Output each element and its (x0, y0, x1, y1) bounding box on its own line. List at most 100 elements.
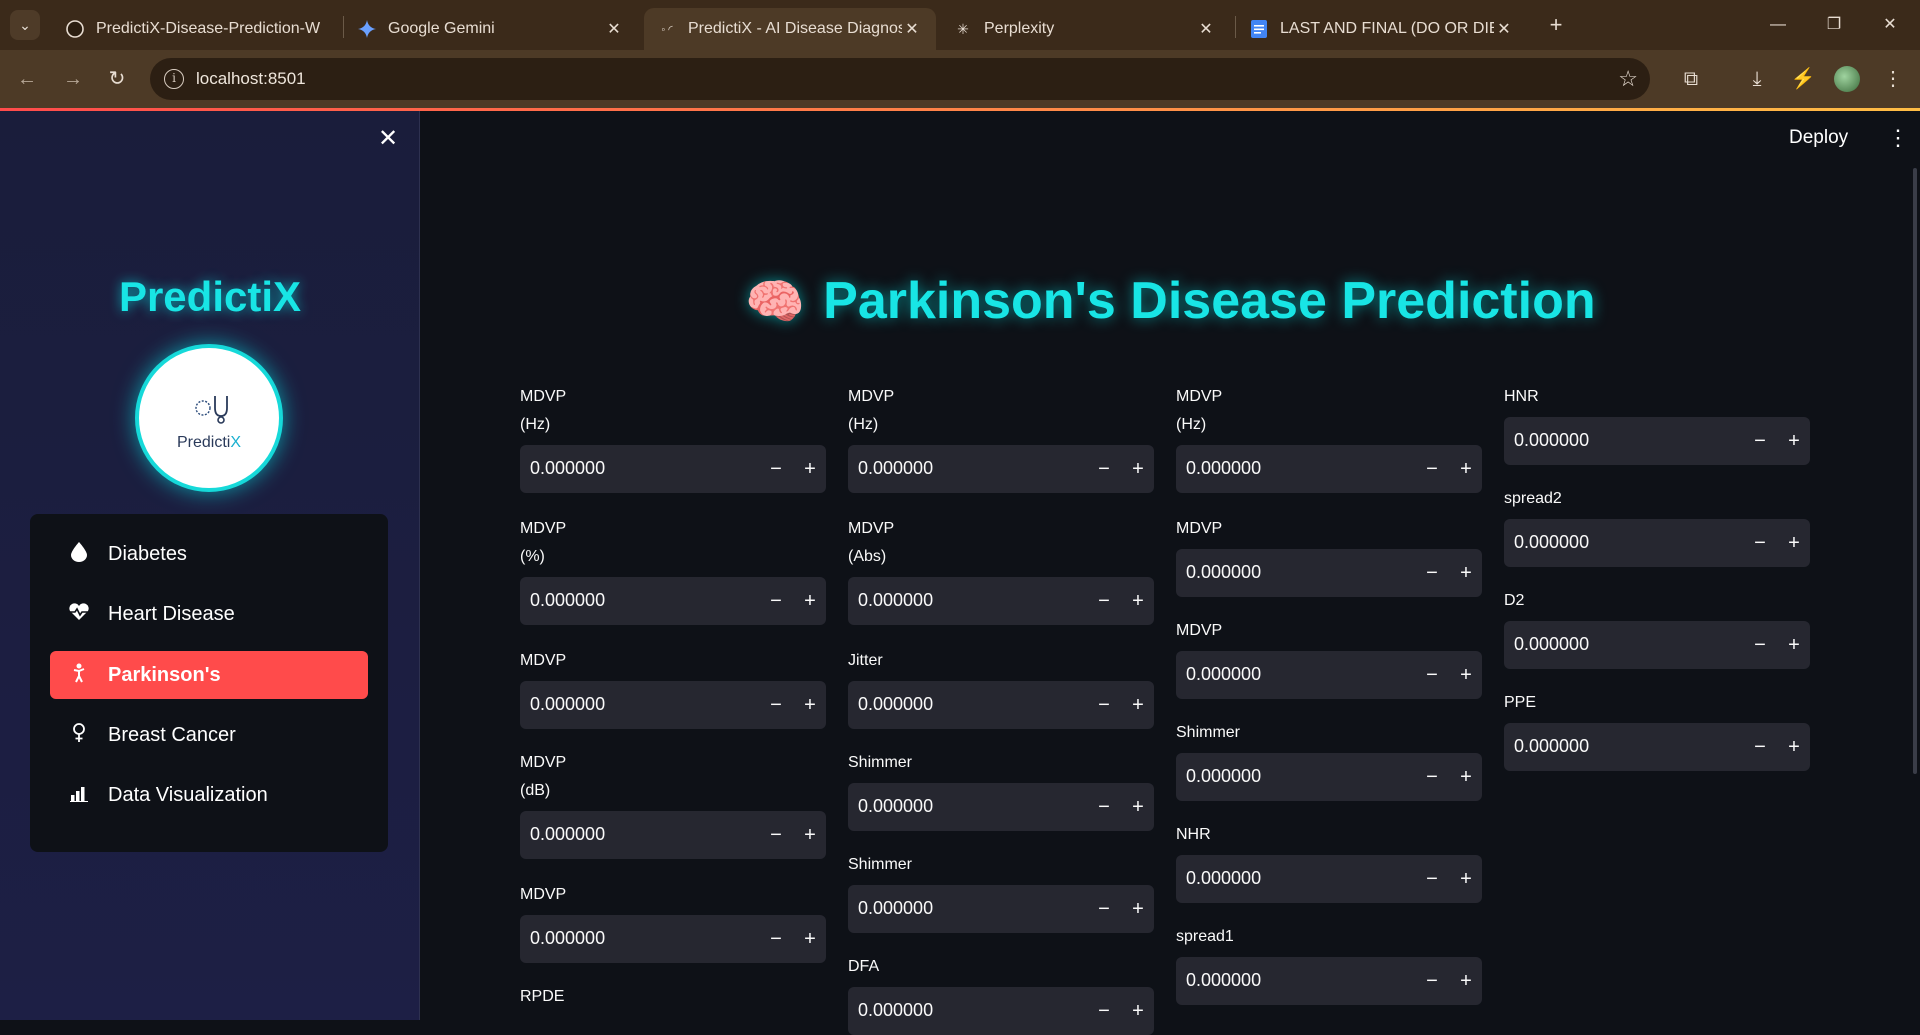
number-input[interactable]: 0.000000 − + (848, 987, 1154, 1035)
decrement-button[interactable]: − (1088, 453, 1120, 485)
decrement-button[interactable]: − (1416, 761, 1448, 793)
close-tab-icon[interactable]: ✕ (604, 19, 624, 39)
number-input-value[interactable]: 0.000000 (1186, 868, 1261, 889)
increment-button[interactable]: + (794, 585, 826, 617)
increment-button[interactable]: + (1778, 527, 1810, 559)
increment-button[interactable]: + (794, 689, 826, 721)
profile-avatar[interactable] (1834, 66, 1860, 92)
number-input-value[interactable]: 0.000000 (1186, 766, 1261, 787)
increment-button[interactable]: + (1122, 791, 1154, 823)
number-input[interactable]: 0.000000 − + (1176, 855, 1482, 903)
number-input-value[interactable]: 0.000000 (530, 928, 605, 949)
close-tab-icon[interactable]: ✕ (902, 19, 922, 39)
increment-button[interactable]: + (1450, 965, 1482, 997)
tab-search-button[interactable]: ⌄ (10, 10, 40, 40)
decrement-button[interactable]: − (760, 819, 792, 851)
download-icon[interactable]: ⤓ (1742, 64, 1772, 94)
increment-button[interactable]: + (1122, 453, 1154, 485)
decrement-button[interactable]: − (1088, 689, 1120, 721)
number-input[interactable]: 0.000000 − + (848, 783, 1154, 831)
number-input-value[interactable]: 0.000000 (858, 590, 933, 611)
number-input-value[interactable]: 0.000000 (530, 694, 605, 715)
close-window-button[interactable]: ✕ (1862, 8, 1918, 42)
browser-tab[interactable]: Google Gemini ✕ (344, 8, 638, 50)
number-input[interactable]: 0.000000 − + (1504, 621, 1810, 669)
restore-button[interactable]: ❐ (1806, 8, 1862, 42)
increment-button[interactable]: + (1450, 863, 1482, 895)
number-input-value[interactable]: 0.000000 (1186, 562, 1261, 583)
number-input-value[interactable]: 0.000000 (858, 694, 933, 715)
increment-button[interactable]: + (1122, 893, 1154, 925)
decrement-button[interactable]: − (1416, 659, 1448, 691)
number-input-value[interactable]: 0.000000 (530, 458, 605, 479)
number-input-value[interactable]: 0.000000 (1514, 532, 1589, 553)
decrement-button[interactable]: − (1744, 629, 1776, 661)
decrement-button[interactable]: − (1416, 965, 1448, 997)
increment-button[interactable]: + (1122, 995, 1154, 1027)
minimize-button[interactable]: — (1750, 8, 1806, 42)
browser-tab[interactable]: LAST AND FINAL (DO OR DIE) - ✕ (1236, 8, 1528, 50)
number-input-value[interactable]: 0.000000 (1514, 430, 1589, 451)
decrement-button[interactable]: − (760, 453, 792, 485)
number-input-value[interactable]: 0.000000 (1514, 634, 1589, 655)
number-input[interactable]: 0.000000 − + (1176, 651, 1482, 699)
sidebar-item-heart-disease[interactable]: Heart Disease (50, 590, 368, 638)
decrement-button[interactable]: − (1744, 731, 1776, 763)
number-input-value[interactable]: 0.000000 (858, 458, 933, 479)
scrollbar[interactable] (1913, 168, 1917, 774)
increment-button[interactable]: + (1122, 585, 1154, 617)
decrement-button[interactable]: − (760, 585, 792, 617)
decrement-button[interactable]: − (760, 689, 792, 721)
close-tab-icon[interactable]: ✕ (1494, 19, 1514, 39)
number-input-value[interactable]: 0.000000 (530, 824, 605, 845)
decrement-button[interactable]: − (1088, 585, 1120, 617)
increment-button[interactable]: + (1778, 425, 1810, 457)
number-input-value[interactable]: 0.000000 (858, 1000, 933, 1021)
decrement-button[interactable]: − (1088, 893, 1120, 925)
decrement-button[interactable]: − (1088, 791, 1120, 823)
number-input-value[interactable]: 0.000000 (858, 796, 933, 817)
reload-button[interactable]: ↻ (102, 64, 132, 94)
sidebar-item-breast-cancer[interactable]: Breast Cancer (50, 711, 368, 759)
number-input[interactable]: 0.000000 − + (520, 577, 826, 625)
increment-button[interactable]: + (1450, 557, 1482, 589)
number-input[interactable]: 0.000000 − + (848, 445, 1154, 493)
main-menu-icon[interactable]: ⋮ (1887, 125, 1909, 151)
increment-button[interactable]: + (1450, 761, 1482, 793)
extensions-icon[interactable]: ⧉ (1676, 64, 1706, 94)
number-input[interactable]: 0.000000 − + (1176, 957, 1482, 1005)
number-input[interactable]: 0.000000 − + (520, 811, 826, 859)
number-input-value[interactable]: 0.000000 (1514, 736, 1589, 757)
bookmark-star-icon[interactable]: ☆ (1618, 66, 1638, 92)
decrement-button[interactable]: − (1744, 425, 1776, 457)
address-bar[interactable]: i localhost:8501 ☆ (150, 58, 1650, 100)
decrement-button[interactable]: − (1416, 863, 1448, 895)
decrement-button[interactable]: − (760, 923, 792, 955)
performance-icon[interactable]: ⚡ (1788, 64, 1818, 94)
number-input[interactable]: 0.000000 − + (848, 681, 1154, 729)
decrement-button[interactable]: − (1744, 527, 1776, 559)
sidebar-item-parkinsons[interactable]: Parkinson's (50, 651, 368, 699)
increment-button[interactable]: + (1778, 629, 1810, 661)
close-tab-icon[interactable]: ✕ (1196, 19, 1216, 39)
browser-tab[interactable]: PredictiX-Disease-Prediction-W (52, 8, 340, 50)
forward-button[interactable]: → (58, 64, 88, 94)
increment-button[interactable]: + (794, 819, 826, 851)
number-input[interactable]: 0.000000 − + (520, 445, 826, 493)
deploy-button[interactable]: Deploy (1789, 127, 1848, 149)
increment-button[interactable]: + (1450, 659, 1482, 691)
number-input[interactable]: 0.000000 − + (1504, 519, 1810, 567)
number-input[interactable]: 0.000000 − + (1176, 753, 1482, 801)
increment-button[interactable]: + (1122, 689, 1154, 721)
number-input[interactable]: 0.000000 − + (848, 885, 1154, 933)
back-button[interactable]: ← (12, 64, 42, 94)
browser-menu-icon[interactable]: ⋮ (1878, 64, 1908, 94)
number-input-value[interactable]: 0.000000 (1186, 458, 1261, 479)
increment-button[interactable]: + (1450, 453, 1482, 485)
browser-tab[interactable]: ✳ Perplexity ✕ (940, 8, 1230, 50)
sidebar-item-data-visualization[interactable]: Data Visualization (50, 771, 368, 819)
number-input[interactable]: 0.000000 − + (848, 577, 1154, 625)
new-tab-button[interactable]: + (1543, 12, 1569, 38)
number-input-value[interactable]: 0.000000 (858, 898, 933, 919)
site-info-icon[interactable]: i (164, 69, 184, 89)
